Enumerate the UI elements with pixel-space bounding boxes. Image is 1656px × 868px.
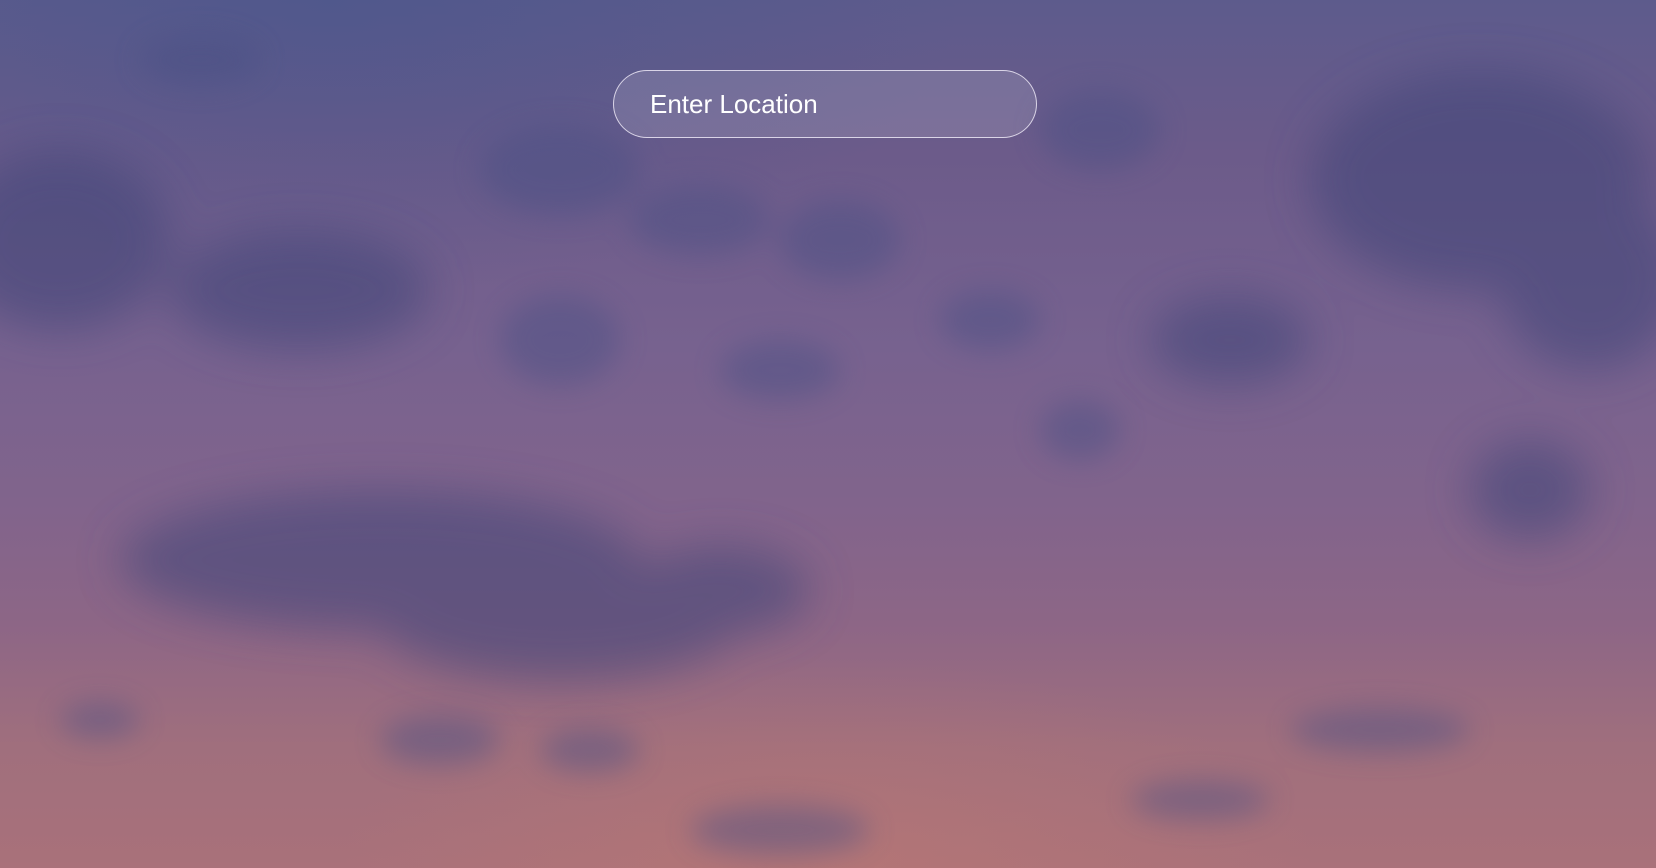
location-search-input[interactable] — [613, 70, 1037, 138]
